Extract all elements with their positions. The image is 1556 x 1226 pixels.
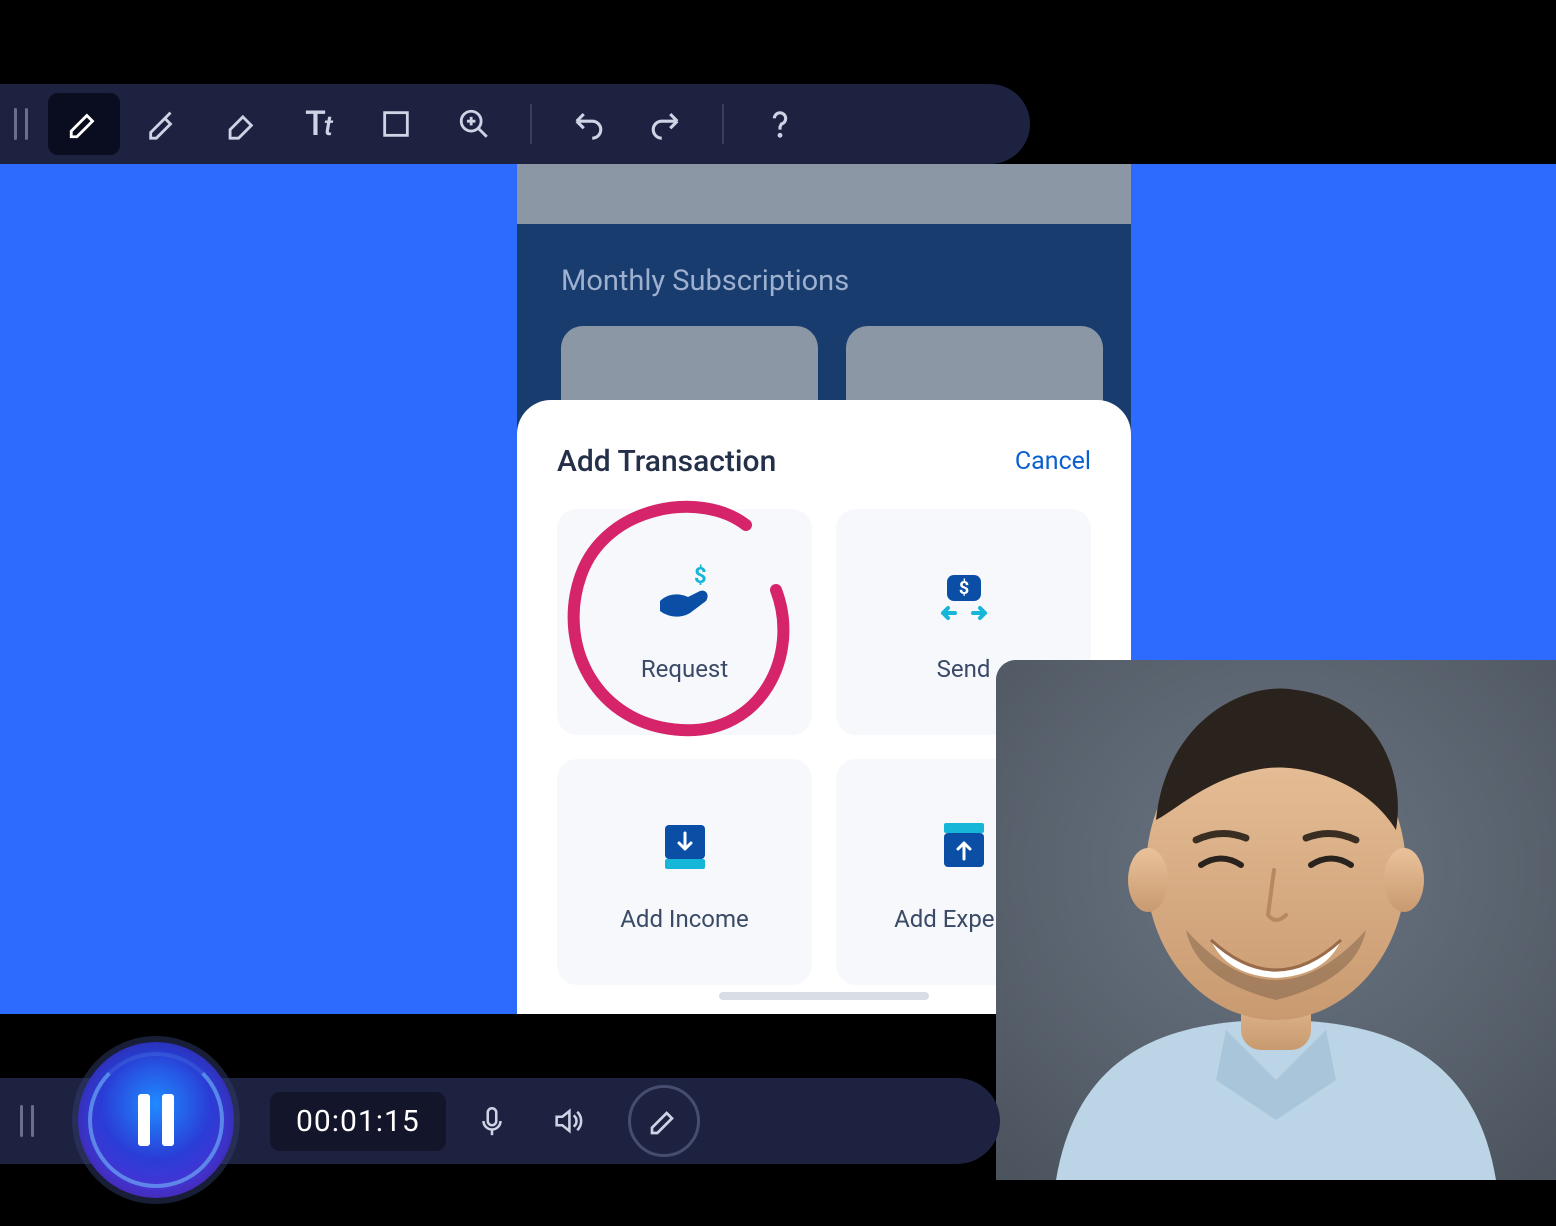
highlighter-icon	[145, 107, 179, 141]
speaker-icon	[551, 1104, 585, 1138]
microphone-icon	[475, 1104, 509, 1138]
pause-icon	[138, 1094, 174, 1146]
text-tool-button[interactable]: Tt	[282, 93, 354, 155]
highlighter-tool-button[interactable]	[126, 93, 198, 155]
tile-label: Add Income	[620, 905, 748, 933]
redo-button[interactable]	[630, 93, 702, 155]
tile-label: Request	[641, 655, 728, 683]
eraser-icon	[223, 107, 257, 141]
pen-icon	[648, 1105, 680, 1137]
add-expense-icon	[929, 811, 999, 881]
annotation-toggle-button[interactable]	[628, 1085, 700, 1157]
pen-tool-button[interactable]	[48, 93, 120, 155]
zoom-in-icon	[457, 107, 491, 141]
presenter-avatar	[996, 660, 1556, 1180]
elapsed-time: 00:01:15	[270, 1092, 446, 1151]
toolbar-separator	[722, 104, 724, 144]
send-money-icon: $	[929, 561, 999, 631]
undo-button[interactable]	[552, 93, 624, 155]
pen-icon	[67, 107, 101, 141]
sheet-drag-handle[interactable]	[719, 992, 929, 1000]
eraser-tool-button[interactable]	[204, 93, 276, 155]
annotation-toolbar: Tt	[0, 84, 1030, 164]
webcam-overlay[interactable]	[996, 660, 1556, 1180]
help-icon	[763, 107, 797, 141]
recbar-drag-handle[interactable]	[20, 1105, 34, 1137]
add-income-tile[interactable]: Add Income	[557, 759, 812, 985]
pause-recording-button[interactable]	[78, 1042, 234, 1198]
help-button[interactable]	[744, 93, 816, 155]
toolbar-drag-handle[interactable]	[14, 108, 28, 140]
request-money-icon: $	[650, 561, 720, 631]
undo-icon	[571, 107, 605, 141]
svg-text:$: $	[694, 564, 707, 589]
add-income-icon	[650, 811, 720, 881]
redo-icon	[649, 107, 683, 141]
request-tile[interactable]: $ Request	[557, 509, 812, 735]
rectangle-icon	[379, 107, 413, 141]
toolbar-separator	[530, 104, 532, 144]
speaker-button[interactable]	[538, 1091, 598, 1151]
svg-text:$: $	[958, 578, 968, 599]
text-icon: Tt	[305, 104, 331, 144]
microphone-button[interactable]	[462, 1091, 522, 1151]
section-title: Monthly Subscriptions	[561, 264, 1103, 298]
tile-label: Send	[937, 655, 991, 683]
rectangle-tool-button[interactable]	[360, 93, 432, 155]
zoom-in-button[interactable]	[438, 93, 510, 155]
sheet-title: Add Transaction	[557, 444, 776, 479]
cancel-button[interactable]: Cancel	[1015, 447, 1091, 476]
